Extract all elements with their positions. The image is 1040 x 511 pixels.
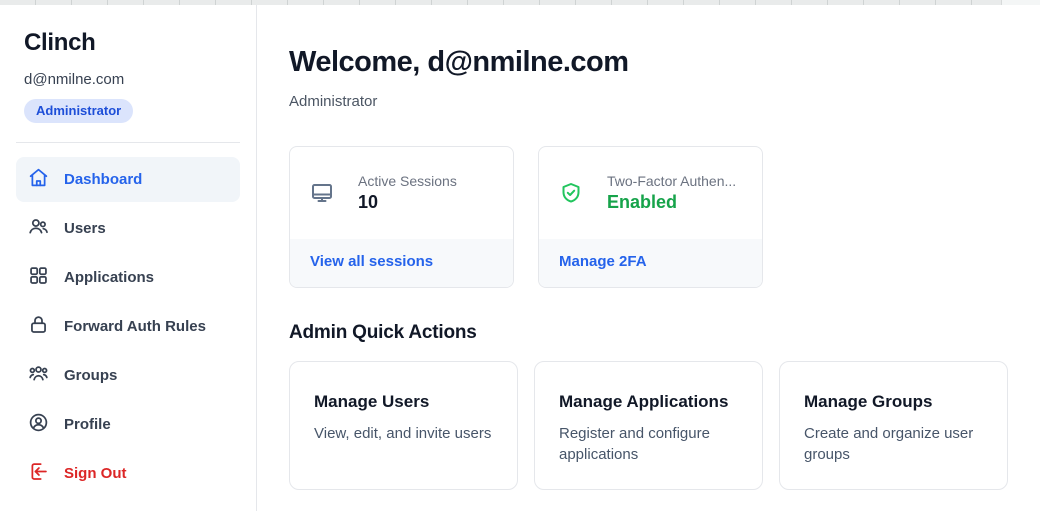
two-factor-card: Two-Factor Authen... Enabled Manage 2FA: [538, 146, 763, 288]
manage-users-card[interactable]: Manage Users View, edit, and invite user…: [289, 361, 518, 490]
stat-text: Two-Factor Authen... Enabled: [607, 173, 736, 213]
stat-value: Enabled: [607, 192, 736, 213]
sign-out-icon: [28, 461, 49, 486]
quick-action-row: Manage Users View, edit, and invite user…: [289, 361, 1008, 490]
action-card-title: Manage Applications: [559, 392, 738, 412]
sidebar-item-users[interactable]: Users: [16, 206, 240, 251]
groups-icon: [28, 363, 49, 388]
sidebar: Clinch d@nmilne.com Administrator Dashbo…: [0, 5, 257, 511]
page-title: Welcome, d@nmilne.com: [289, 45, 1008, 79]
manage-groups-card[interactable]: Manage Groups Create and organize user g…: [779, 361, 1008, 490]
profile-icon: [28, 412, 49, 437]
browser-tab-strip: [0, 0, 1040, 5]
stat-label: Two-Factor Authen...: [607, 173, 736, 189]
monitor-icon: [310, 181, 334, 205]
action-card-title: Manage Users: [314, 392, 493, 412]
sidebar-item-sign-out[interactable]: Sign Out: [16, 451, 240, 496]
two-factor-card-body: Two-Factor Authen... Enabled: [539, 147, 762, 239]
sidebar-item-label: Dashboard: [64, 171, 142, 188]
role-subtitle: Administrator: [289, 93, 1008, 110]
home-icon: [28, 167, 49, 192]
sidebar-item-forward-auth-rules[interactable]: Forward Auth Rules: [16, 304, 240, 349]
action-card-description: Register and configure applications: [559, 423, 738, 465]
view-all-sessions-link[interactable]: View all sessions: [290, 239, 513, 287]
main-content: Welcome, d@nmilne.com Administrator Acti…: [257, 5, 1040, 511]
sidebar-item-label: Users: [64, 220, 106, 237]
sidebar-nav: Dashboard Users Applications Forward Aut…: [16, 157, 240, 496]
user-email: d@nmilne.com: [24, 71, 232, 88]
manage-2fa-link[interactable]: Manage 2FA: [539, 239, 762, 287]
sidebar-item-dashboard[interactable]: Dashboard: [16, 157, 240, 202]
active-sessions-card-body: Active Sessions 10: [290, 147, 513, 239]
grid-icon: [28, 265, 49, 290]
quick-actions-heading: Admin Quick Actions: [289, 322, 1008, 344]
sidebar-item-profile[interactable]: Profile: [16, 402, 240, 447]
shield-check-icon: [559, 181, 583, 205]
sidebar-item-label: Sign Out: [64, 465, 127, 482]
sidebar-item-label: Forward Auth Rules: [64, 318, 206, 335]
stat-text: Active Sessions 10: [358, 173, 457, 213]
sidebar-divider: [16, 142, 240, 143]
sidebar-item-label: Profile: [64, 416, 111, 433]
stat-value: 10: [358, 192, 457, 213]
action-card-description: View, edit, and invite users: [314, 423, 493, 444]
manage-applications-card[interactable]: Manage Applications Register and configu…: [534, 361, 763, 490]
app-title: Clinch: [24, 29, 232, 57]
stat-label: Active Sessions: [358, 173, 457, 189]
active-sessions-card: Active Sessions 10 View all sessions: [289, 146, 514, 288]
lock-icon: [28, 314, 49, 339]
app-shell: Clinch d@nmilne.com Administrator Dashbo…: [0, 5, 1040, 511]
action-card-title: Manage Groups: [804, 392, 983, 412]
stat-card-row: Active Sessions 10 View all sessions Two…: [289, 146, 1008, 288]
action-card-description: Create and organize user groups: [804, 423, 983, 465]
sidebar-item-label: Groups: [64, 367, 117, 384]
sidebar-item-applications[interactable]: Applications: [16, 255, 240, 300]
users-icon: [28, 216, 49, 241]
sidebar-item-label: Applications: [64, 269, 154, 286]
sidebar-item-groups[interactable]: Groups: [16, 353, 240, 398]
role-badge: Administrator: [24, 99, 133, 123]
